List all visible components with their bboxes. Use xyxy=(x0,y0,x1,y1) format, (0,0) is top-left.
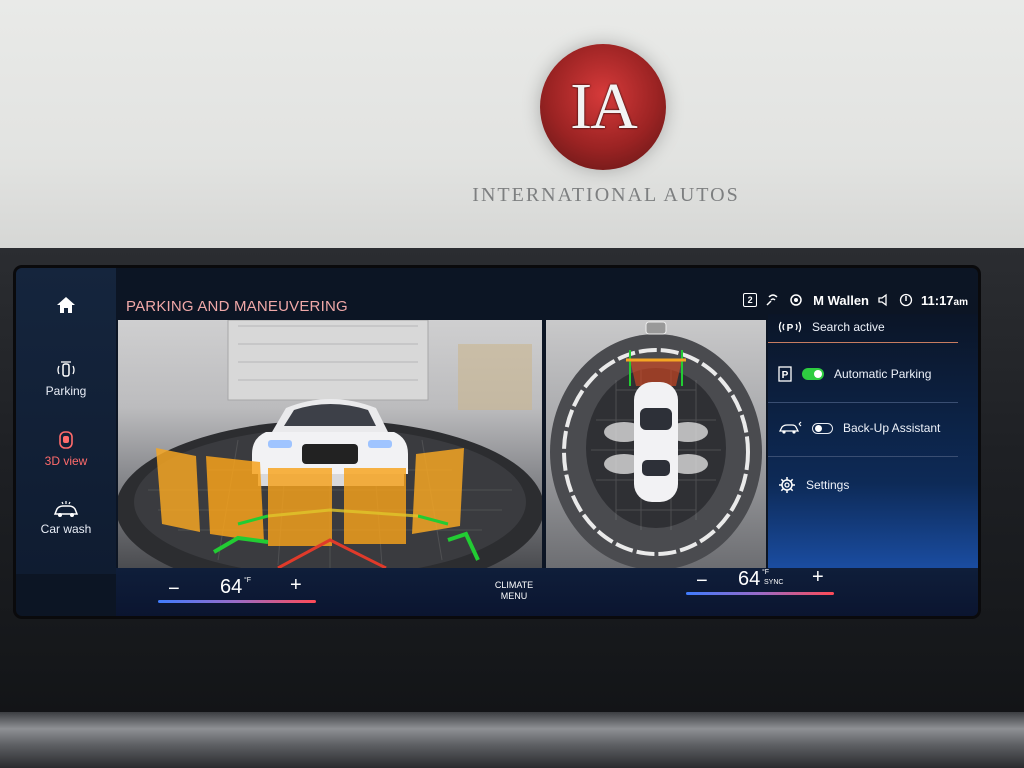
left-temp-decrease-button[interactable]: − xyxy=(168,578,180,601)
sync-label[interactable]: SYNC xyxy=(764,579,783,586)
status-bar: 2 M Wallen 11:17am xyxy=(743,290,968,310)
climate-menu-line2: MENU xyxy=(500,591,528,601)
svg-text:P: P xyxy=(782,370,789,381)
backup-assistant-toggle[interactable] xyxy=(812,422,833,434)
right-temp-decrease-button[interactable]: − xyxy=(696,570,708,593)
climate-bar: − 64 °F + CLIMATE MENU − 64 °F SYNC + xyxy=(116,566,978,616)
settings-row[interactable]: Settings xyxy=(778,476,968,494)
parking-search-icon: P xyxy=(778,321,802,334)
clock-ampm: am xyxy=(953,296,968,308)
backup-assistant-icon xyxy=(778,421,802,434)
showroom-wall: IA INTERNATIONAL AUTOS xyxy=(0,0,1024,262)
infotainment-screen: Parking 3D view Car wash PARKING AND MAN… xyxy=(16,268,978,616)
sidebar-item-label: Car wash xyxy=(40,522,92,536)
right-temp-value: 64 xyxy=(738,568,761,590)
parking-options-panel: P Search active P Automatic Parking Back… xyxy=(768,314,978,574)
climate-menu-line1: CLIMATE xyxy=(494,580,534,590)
logo-letters: IA xyxy=(570,70,638,143)
clock: 11:17am xyxy=(921,293,968,308)
left-temp-increase-button[interactable]: + xyxy=(290,574,302,597)
dealer-logo: IA xyxy=(540,44,666,170)
notification-badge[interactable]: 2 xyxy=(743,293,758,307)
connectivity-icon xyxy=(766,294,778,306)
sidebar-item-car-wash[interactable]: Car wash xyxy=(16,500,116,536)
svg-text:P: P xyxy=(787,323,794,334)
sidebar-item-label: Parking xyxy=(45,384,87,398)
backup-assistant-label: Back-Up Assistant xyxy=(843,421,941,435)
left-temp-unit: °F xyxy=(244,577,252,584)
search-status-label: Search active xyxy=(812,320,885,334)
left-temp-value: 64 xyxy=(220,576,243,598)
automatic-parking-label: Automatic Parking xyxy=(834,367,932,381)
parking-p-icon: P xyxy=(778,366,792,382)
camera-top-scene xyxy=(550,321,762,568)
sidebar: Parking 3D view Car wash xyxy=(16,268,116,574)
volume-icon[interactable] xyxy=(877,293,891,307)
camera-top-view[interactable] xyxy=(546,320,766,568)
climate-menu-button[interactable]: CLIMATE MENU xyxy=(484,580,544,602)
sidebar-item-parking[interactable]: Parking xyxy=(16,360,116,398)
sidebar-item-label: 3D view xyxy=(44,454,88,468)
parking-sensor-icon xyxy=(57,361,75,377)
divider xyxy=(768,456,958,457)
gear-icon xyxy=(779,477,795,493)
right-temp-increase-button[interactable]: + xyxy=(812,566,824,589)
camera-3d-scene xyxy=(118,320,542,568)
left-temp-gradient-bar xyxy=(158,600,316,603)
page-title: PARKING AND MANEUVERING xyxy=(126,298,348,315)
assistant-icon[interactable] xyxy=(899,293,913,307)
right-temp-gradient-bar xyxy=(686,592,834,595)
home-icon xyxy=(57,297,75,313)
divider xyxy=(768,402,958,403)
car-wash-icon xyxy=(53,501,79,517)
divider xyxy=(768,342,958,343)
automatic-parking-row[interactable]: P Automatic Parking xyxy=(778,366,968,382)
dealer-name: INTERNATIONAL AUTOS xyxy=(472,184,740,206)
automatic-parking-toggle[interactable] xyxy=(802,368,824,380)
dashboard-trim xyxy=(0,712,1024,768)
search-status: P Search active xyxy=(778,320,968,334)
backup-assistant-row[interactable]: Back-Up Assistant xyxy=(778,420,968,436)
sidebar-item-home[interactable] xyxy=(16,296,116,318)
profile-sync-icon xyxy=(790,294,802,306)
clock-time: 11:17 xyxy=(921,292,954,308)
sidebar-item-3d-view[interactable]: 3D view xyxy=(16,430,116,468)
user-name[interactable]: M Wallen xyxy=(813,293,869,308)
right-temp-unit: °F xyxy=(762,569,770,576)
camera-3d-view[interactable] xyxy=(118,320,542,568)
settings-label: Settings xyxy=(806,478,850,492)
car-3d-icon xyxy=(59,431,73,449)
